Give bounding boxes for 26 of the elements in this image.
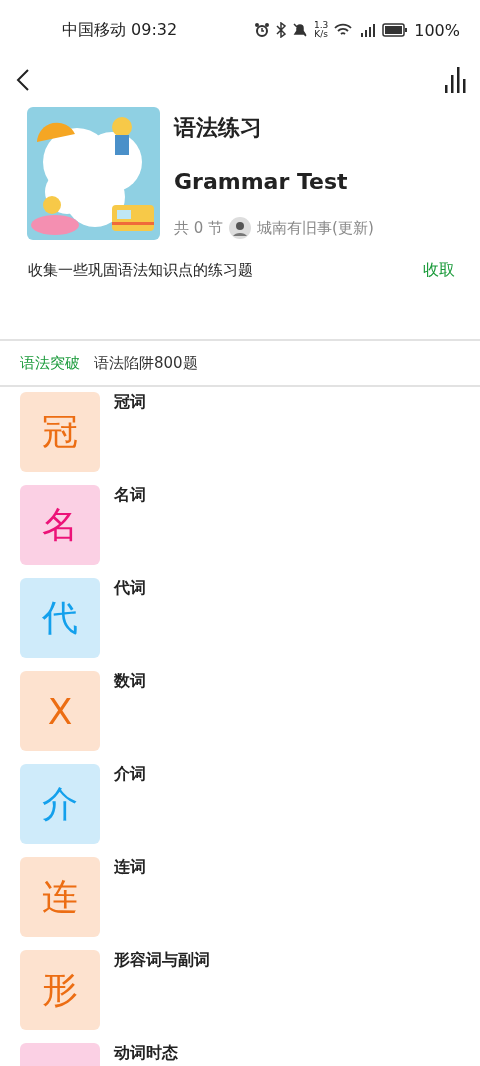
thumbnail-glyph: 冠 [42,409,78,454]
thumbnail-glyph: 介 [42,781,78,826]
battery-percent: 100% [414,20,460,40]
thumbnail-glyph: 名 [42,502,78,547]
author-name: 城南有旧事(更新) [257,218,374,238]
thumbnail-glyph: 形 [42,967,78,1012]
lesson-title[interactable]: 形容词与副词 [114,950,210,971]
lesson-title[interactable]: 名词 [114,485,146,506]
lesson-title[interactable]: 数词 [114,671,146,692]
section-count: 共 0 节 [174,218,224,238]
course-title: 语法练习 [174,114,263,142]
course-description: 收集一些巩固语法知识点的练习题 [28,261,253,280]
thumbnail-glyph: 代 [42,595,78,640]
breadcrumb-tab[interactable]: 语法陷阱800题 [94,353,198,373]
thumbnail-glyph: 连 [42,874,78,919]
breadcrumb-tab[interactable]: 语法突破 [20,353,80,373]
lesson-title[interactable]: 代词 [114,578,146,599]
network-speed: 1.3 K/s [313,21,329,39]
collect-link[interactable]: 收取 [423,260,455,281]
carrier-time: 中国移动 09:32 [62,19,178,41]
course-subtitle: Grammar Test [174,169,349,196]
lesson-title[interactable]: 连词 [114,857,146,878]
thumbnail-glyph: X [47,690,73,732]
lesson-title[interactable]: 动词时态 [114,1043,178,1064]
lesson-title[interactable]: 冠词 [114,392,146,413]
lesson-title[interactable]: 介词 [114,764,146,785]
